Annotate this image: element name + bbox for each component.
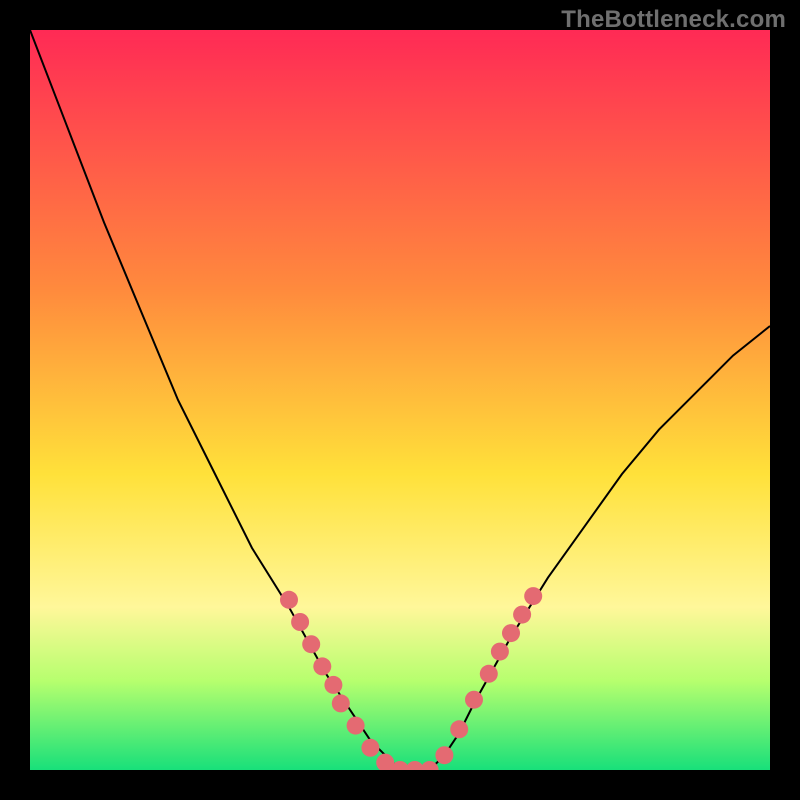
curve-marker [480,665,498,683]
curve-marker [491,643,509,661]
curve-marker [280,591,298,609]
curve-marker [502,624,520,642]
curve-marker [513,606,531,624]
curve-marker [291,613,309,631]
plot-area [30,30,770,770]
curve-marker [524,587,542,605]
watermark-text: TheBottleneck.com [561,6,786,34]
curve-marker [302,635,320,653]
curve-marker [450,720,468,738]
curve-marker [435,746,453,764]
curve-marker [465,691,483,709]
curve-marker [324,676,342,694]
curve-marker [347,717,365,735]
curve-marker [332,694,350,712]
chart-background [30,30,770,770]
curve-marker [313,657,331,675]
bottleneck-chart [30,30,770,770]
curve-marker [361,739,379,757]
chart-frame: TheBottleneck.com [0,0,800,800]
